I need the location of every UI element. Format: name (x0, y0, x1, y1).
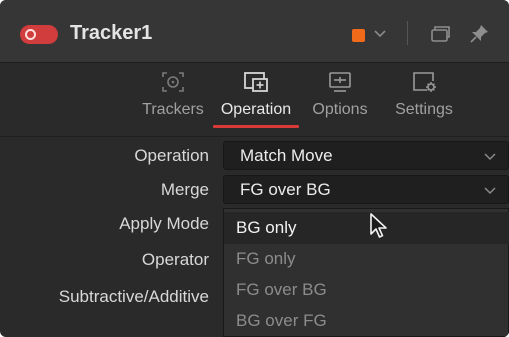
node-title: Tracker1 (70, 22, 153, 44)
subtractive-additive-label: Subtractive/Additive (58, 287, 209, 306)
menu-item-bg-only[interactable]: BG only (224, 212, 509, 244)
tab-label: Settings (395, 101, 453, 118)
chevron-down-icon (484, 187, 496, 195)
tab-label: Options (312, 101, 368, 118)
tab-label: Operation (220, 101, 292, 118)
operation-icon (244, 72, 268, 92)
target-icon (162, 72, 184, 92)
toggle-knob-icon (25, 29, 36, 40)
inspector-tabs: Trackers Operation Options Settings (0, 63, 509, 133)
pin-icon[interactable] (467, 22, 491, 46)
tab-label: Trackers (142, 101, 204, 118)
operation-value: Match Move (240, 146, 333, 165)
merge-value: FG over BG (240, 180, 331, 199)
menu-item-fg-only[interactable]: FG only (224, 243, 509, 275)
node-enable-toggle[interactable] (20, 25, 58, 44)
mouse-cursor-icon (370, 213, 387, 238)
swatch-chevron-icon[interactable] (372, 24, 388, 42)
window-icon[interactable] (428, 22, 452, 46)
options-icon (329, 72, 351, 92)
tracker-inspector-panel: Tracker1 Trackers Operation Options Sett… (0, 0, 509, 337)
merge-label: Merge (160, 180, 209, 199)
tab-trackers[interactable]: Trackers (140, 63, 206, 133)
operator-label: Operator (141, 250, 209, 269)
menu-item-label: FG over BG (236, 280, 327, 299)
operation-select[interactable]: Match Move (223, 141, 509, 170)
tabs-divider (0, 136, 509, 137)
tab-operation[interactable]: Operation (213, 63, 299, 133)
menu-item-label: FG only (236, 249, 296, 268)
menu-item-fg-over-bg[interactable]: FG over BG (224, 274, 509, 306)
menu-item-label: BG only (236, 218, 297, 237)
operation-label: Operation (134, 146, 209, 165)
menu-item-label: BG over FG (236, 311, 327, 330)
merge-dropdown-menu: BG only FG only FG over BG BG over FG (223, 208, 509, 337)
apply-mode-label: Apply Mode (119, 214, 209, 233)
node-header: Tracker1 (0, 0, 509, 63)
chevron-down-icon (484, 153, 496, 161)
header-divider (407, 21, 408, 45)
tab-options[interactable]: Options (306, 63, 374, 133)
settings-icon (413, 72, 436, 92)
menu-item-bg-over-fg[interactable]: BG over FG (224, 305, 509, 337)
active-tab-indicator (213, 125, 299, 128)
merge-select[interactable]: FG over BG (223, 175, 509, 204)
node-color-swatch[interactable] (352, 29, 365, 42)
tab-settings[interactable]: Settings (388, 63, 460, 133)
